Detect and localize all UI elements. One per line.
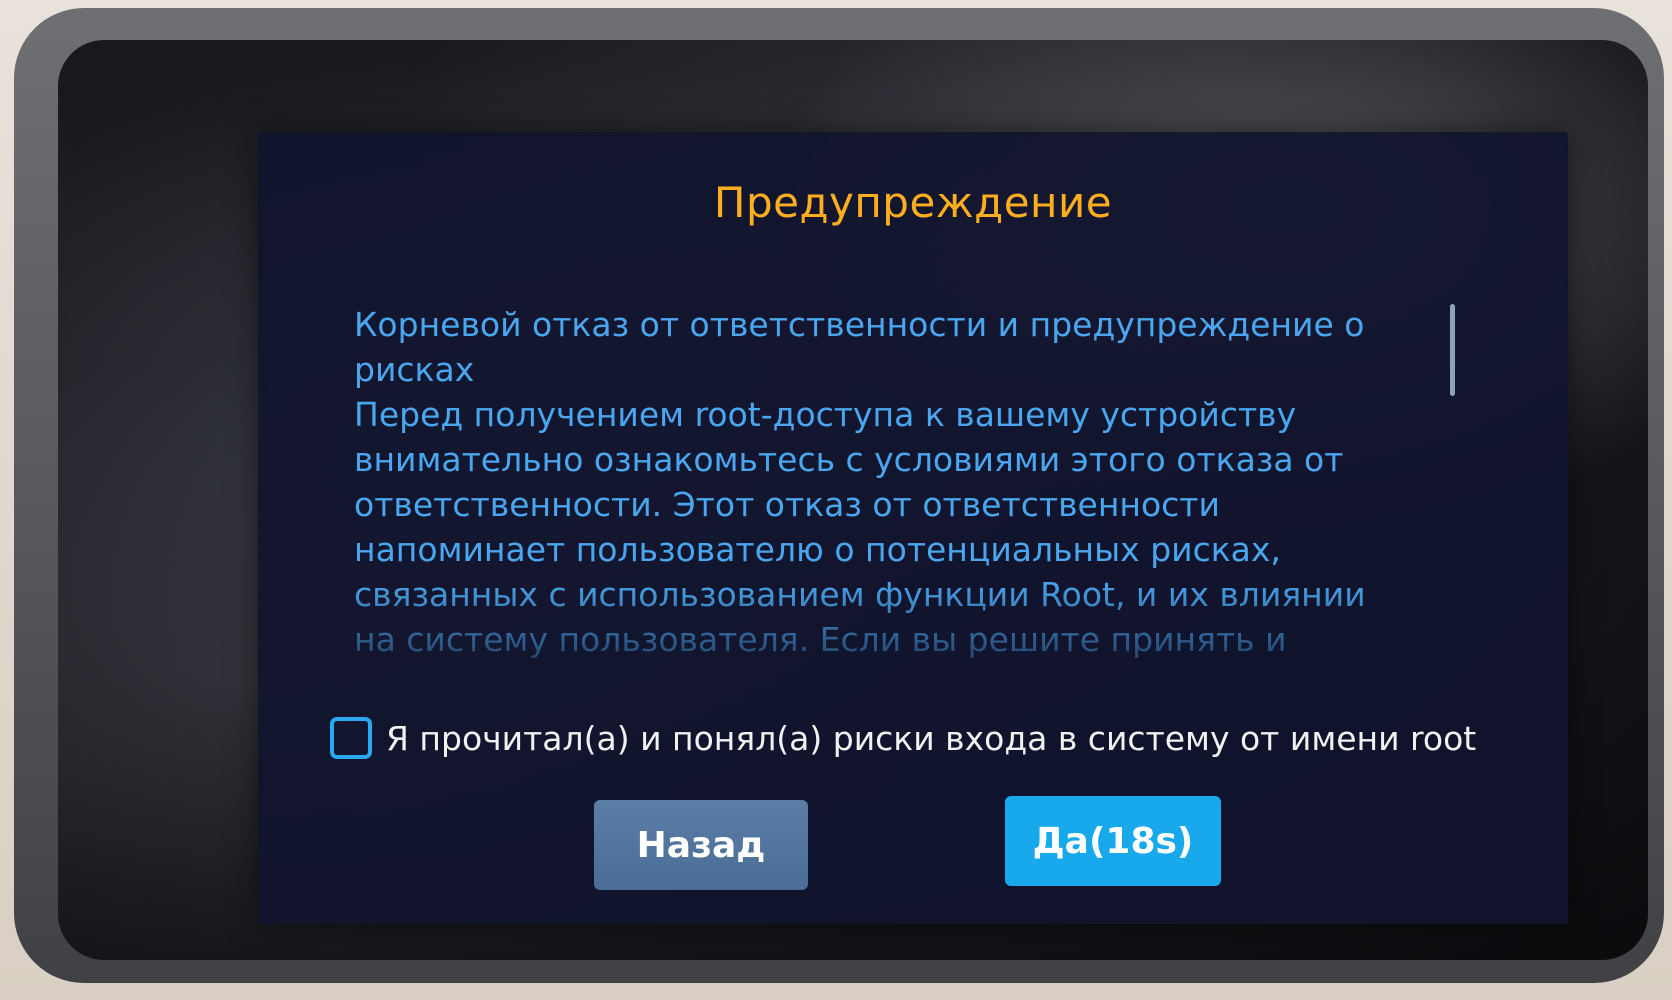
dialog-title: Предупреждение bbox=[713, 178, 1113, 227]
scrollbar[interactable] bbox=[1450, 304, 1455, 396]
device-bezel: Предупреждение Корневой отказ от ответст… bbox=[14, 8, 1664, 983]
confirm-button[interactable]: Да(18s) bbox=[1005, 796, 1221, 886]
screen: Предупреждение Корневой отказ от ответст… bbox=[58, 40, 1648, 960]
consent-label[interactable]: Я прочитал(а) и понял(а) риски входа в с… bbox=[386, 719, 1476, 758]
consent-row[interactable]: Я прочитал(а) и понял(а) риски входа в с… bbox=[330, 708, 1520, 768]
warning-dialog: Предупреждение Корневой отказ от ответст… bbox=[258, 132, 1568, 924]
back-button[interactable]: Назад bbox=[594, 800, 808, 890]
disclaimer-text[interactable]: Корневой отказ от ответственности и пред… bbox=[354, 302, 1414, 658]
consent-checkbox[interactable] bbox=[330, 717, 372, 759]
